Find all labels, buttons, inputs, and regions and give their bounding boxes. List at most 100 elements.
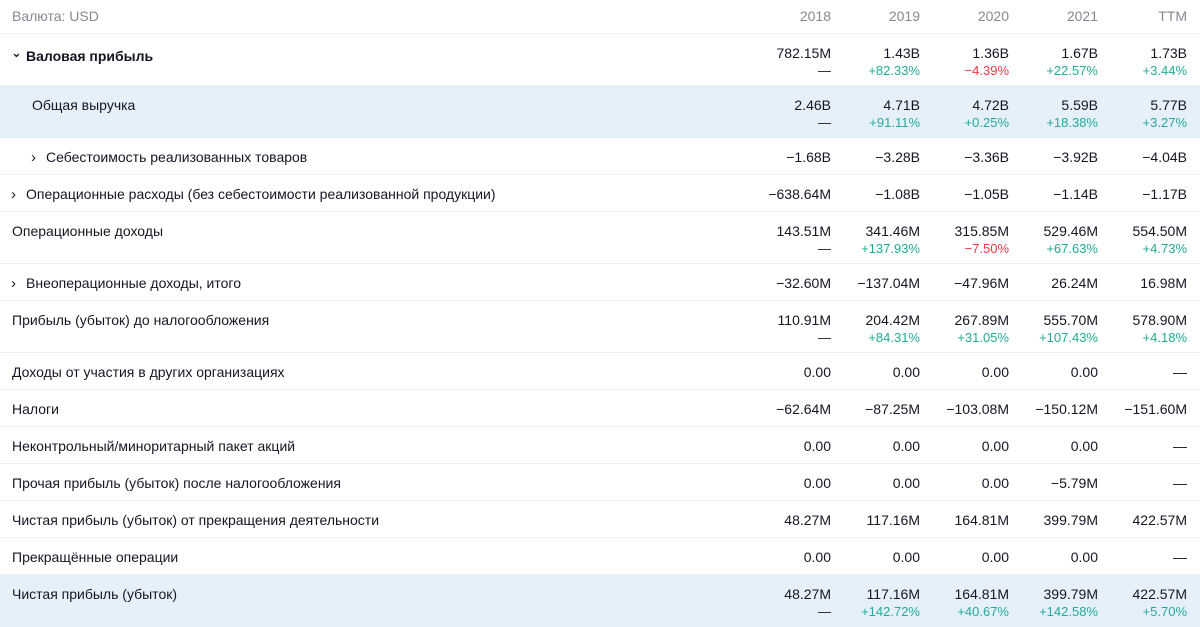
cell-value: −151.60M [1124,401,1187,417]
cell-value: 2.46B [794,97,831,113]
cell-value: 267.89M [954,312,1009,328]
row-label-text: Внеоперационные доходы, итого [26,275,241,291]
cell-change: +3.44% [1142,63,1187,78]
cell-change: +18.38% [1046,115,1098,130]
row-label: Чистая прибыль (убыток) от прекращения д… [12,512,379,528]
cell-change: +107.43% [1039,330,1098,345]
row-label-text: Неконтрольный/миноритарный пакет акций [12,438,296,454]
cell-value: 399.79M [1043,512,1098,528]
cell-value: 0.00 [981,438,1009,454]
cell-change: — [818,115,831,130]
row-label[interactable]: › Внеоперационные доходы, итого [11,275,241,292]
cell-value: 0.00 [803,549,831,565]
row-label: Прочая прибыль (убыток) после налогообло… [12,475,341,491]
row-label[interactable]: › Себестоимость реализованных товаров [31,149,307,166]
cell-value: 0.00 [803,475,831,491]
cell-value: −4.04B [1142,149,1187,165]
cell-value: 0.00 [1070,549,1098,565]
cell-value: 1.43B [883,45,920,61]
row-label-text: Прочая прибыль (убыток) после налогообло… [12,475,341,491]
cell-value: −5.79M [1050,475,1098,491]
row-label: Чистая прибыль (убыток) [12,586,177,602]
table-row[interactable]: ⌄ Валовая прибыль 782.15M — 1.43B +82.33% 1.36… [0,34,1200,86]
cell-value: 4.71B [883,97,920,113]
row-label: Прибыль (убыток) до налогообложения [12,312,269,328]
cell-value: 1.67B [1061,45,1098,61]
row-label: Общая выручка [32,97,135,113]
cell-value: — [1173,438,1187,454]
row-label: Неконтрольный/миноритарный пакет акций [12,438,295,454]
cell-value: 0.00 [1070,364,1098,380]
cell-change: −4.39% [964,63,1009,78]
cell-value: 5.59B [1061,97,1098,113]
chevron-right-icon[interactable]: › [11,186,25,203]
cell-change: +142.58% [1039,604,1098,619]
cell-value: −1.14B [1053,186,1098,202]
row-label: Налоги [12,401,59,417]
table-row[interactable]: › Операционные расходы (без себестоимости… [0,175,1200,212]
table-row: Чистая прибыль (убыток) от прекращения д… [0,501,1200,538]
cell-value: −150.12M [1035,401,1098,417]
cell-value: 4.72B [972,97,1009,113]
cell-change: +142.72% [861,604,920,619]
table-row: Общая выручка 2.46B — 4.71B +91.11% 4.72B +0.2… [0,86,1200,138]
row-label-text: Себестоимость реализованных товаров [46,149,308,165]
cell-value: 422.57M [1132,586,1187,602]
table-header: Валюта: USD 2018 2019 2020 2021 TTM [0,0,1200,34]
cell-change: +84.31% [868,330,920,345]
cell-value: −3.36B [964,149,1009,165]
row-label[interactable]: ⌄ Валовая прибыль [11,45,153,64]
cell-change: +4.18% [1142,330,1187,345]
cell-value: 1.73B [1150,45,1187,61]
cell-change: +31.05% [957,330,1009,345]
cell-value: 16.98M [1140,275,1187,291]
cell-change: +5.70% [1142,604,1187,619]
cell-value: 315.85M [954,223,1009,239]
table-row: Неконтрольный/миноритарный пакет акций 0.… [0,427,1200,464]
cell-value: 110.91M [777,312,831,328]
cell-change: +4.73% [1142,241,1187,256]
cell-value: 5.77B [1150,97,1187,113]
cell-change: −7.50% [964,241,1009,256]
cell-value: 341.46M [865,223,920,239]
cell-value: −103.08M [946,401,1009,417]
cell-value: 0.00 [981,549,1009,565]
row-label-text: Общая выручка [32,97,136,113]
cell-change: +67.63% [1046,241,1098,256]
cell-value: — [1173,475,1187,491]
cell-change: +40.67% [957,604,1009,619]
currency-label: Валюта: USD [12,8,99,24]
cell-value: — [1173,549,1187,565]
cell-change: +3.27% [1142,115,1187,130]
row-label-text: Налоги [12,401,59,417]
cell-change: +0.25% [964,115,1009,130]
table-body: ⌄ Валовая прибыль 782.15M — 1.43B +82.33% 1.36… [0,34,1200,627]
cell-value: 0.00 [892,364,920,380]
row-label: Доходы от участия в других организациях [12,364,285,380]
cell-value: −47.96M [954,275,1009,291]
table-row: Доходы от участия в других организациях 0… [0,353,1200,390]
cell-value: 204.42M [865,312,920,328]
row-label[interactable]: › Операционные расходы (без себестоимости… [11,186,496,203]
row-label-text: Операционные доходы [12,223,164,239]
cell-value: 26.24M [1051,275,1098,291]
chevron-right-icon[interactable]: › [31,149,45,166]
row-label-text: Чистая прибыль (убыток) от прекращения д… [12,512,380,528]
table-row: Операционные доходы 143.51M — 341.46M +137.9… [0,212,1200,264]
chevron-right-icon[interactable]: › [11,275,25,292]
cell-value: −1.05B [964,186,1009,202]
cell-value: 117.16M [866,586,920,602]
cell-change: — [818,241,831,256]
table-row: Чистая прибыль (убыток) 48.27M — 117.16M +14… [0,575,1200,627]
cell-change: — [818,604,831,619]
chevron-down-icon[interactable]: ⌄ [11,45,25,61]
table-row[interactable]: › Себестоимость реализованных товаров −1.6… [0,138,1200,175]
cell-value: — [1173,364,1187,380]
cell-value: 422.57M [1132,512,1187,528]
row-label: Прекращённые операции [12,549,178,565]
table-row[interactable]: › Внеоперационные доходы, итого −32.60M −13… [0,264,1200,301]
cell-value: −1.08B [875,186,920,202]
table-row: Прибыль (убыток) до налогообложения 110.9… [0,301,1200,353]
cell-value: 1.36B [972,45,1009,61]
cell-value: 164.81M [954,586,1009,602]
